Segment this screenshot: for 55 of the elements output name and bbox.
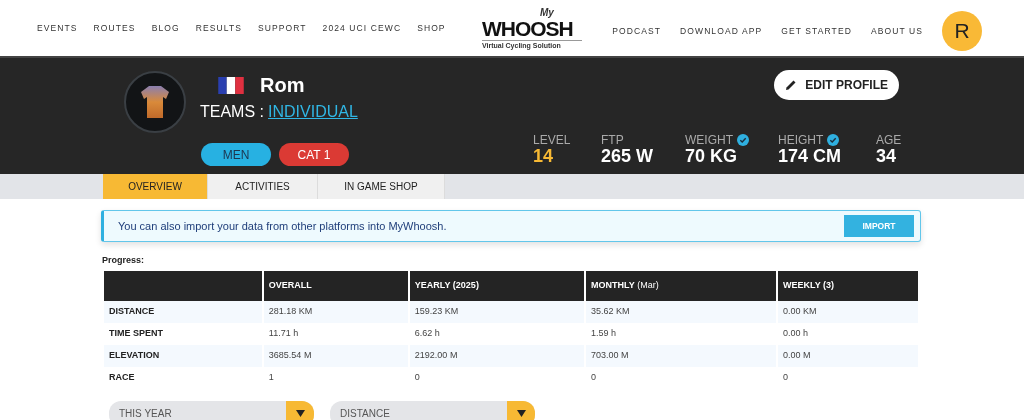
- nav-link[interactable]: DOWNLOAD APP: [680, 24, 763, 38]
- teams-label: TEAMS :: [200, 102, 264, 122]
- alert-text: You can also import your data from other platforms into MyWhoosh.: [118, 218, 447, 234]
- stat-value: 34: [876, 147, 898, 168]
- nav-link[interactable]: BLOG: [151, 21, 180, 35]
- column-header: MONTHLY (Mar): [586, 270, 776, 301]
- caret-icon: [516, 410, 526, 417]
- column-header: YEARLY (2025): [409, 270, 584, 301]
- table-cell: 2192.00 M: [409, 344, 584, 367]
- logo-text: WHOOSH: [481, 17, 574, 39]
- stat-label: FTP: [601, 133, 624, 148]
- table-cell: 3685.54 M: [263, 344, 408, 367]
- stat-value: 174 CM: [778, 147, 843, 168]
- stat-value: 14: [533, 147, 555, 168]
- nav-link[interactable]: GET STARTED: [781, 24, 852, 38]
- table-cell: 0.00 M: [778, 344, 918, 367]
- nav-link[interactable]: EVENTS: [37, 21, 78, 35]
- tab[interactable]: IN GAME SHOP: [318, 174, 445, 199]
- column-header: WEEKLY (3): [778, 270, 918, 301]
- nav-link[interactable]: 2024 UCI CEWC: [322, 21, 402, 35]
- pencil-icon: [785, 79, 798, 91]
- category-tag: MEN: [201, 143, 271, 166]
- stat-label: HEIGHT: [778, 133, 824, 148]
- nav-link[interactable]: ABOUT US: [870, 24, 923, 38]
- column-header: OVERALL: [263, 270, 408, 301]
- table-cell: 703.00 M: [586, 344, 776, 367]
- avatar[interactable]: R: [942, 11, 982, 51]
- nav-link[interactable]: SHOP: [417, 21, 446, 35]
- table-cell: 159.23 KM: [409, 300, 584, 323]
- nav-link[interactable]: ROUTES: [93, 21, 136, 35]
- row-label: ELEVATION: [104, 344, 262, 367]
- flag-icon: [218, 76, 244, 94]
- row-label: DISTANCE: [104, 300, 262, 323]
- category-tag: CAT 1: [279, 143, 349, 166]
- filter-dropdown[interactable]: DISTANCE: [330, 400, 535, 420]
- table-cell: 281.18 KM: [263, 300, 408, 323]
- progress-title: Progress:: [102, 254, 146, 267]
- nav-link[interactable]: SUPPORT: [257, 21, 307, 35]
- stat-label: LEVEL: [533, 133, 571, 148]
- tab[interactable]: OVERVIEW: [103, 174, 208, 199]
- logo-text: My: [539, 7, 555, 18]
- stat-value: 265 W: [601, 147, 655, 168]
- nav-link[interactable]: RESULTS: [195, 21, 242, 35]
- stat-label: WEIGHT: [685, 133, 733, 148]
- tab[interactable]: ACTIVITIES: [208, 174, 318, 199]
- table-cell: 35.62 KM: [586, 300, 776, 323]
- nav-link[interactable]: PODCAST: [612, 24, 662, 38]
- team-link[interactable]: INDIVIDUAL: [268, 100, 358, 124]
- profile-name: Rom: [260, 73, 305, 98]
- caret-icon: [295, 410, 305, 417]
- table-cell: 0.00 KM: [778, 300, 918, 323]
- edit-profile-button[interactable]: EDIT PROFILE: [774, 70, 899, 100]
- filter-dropdown[interactable]: THIS YEAR: [109, 400, 314, 420]
- stat-value: 70 KG: [685, 147, 739, 168]
- stat-label: AGE: [876, 133, 902, 148]
